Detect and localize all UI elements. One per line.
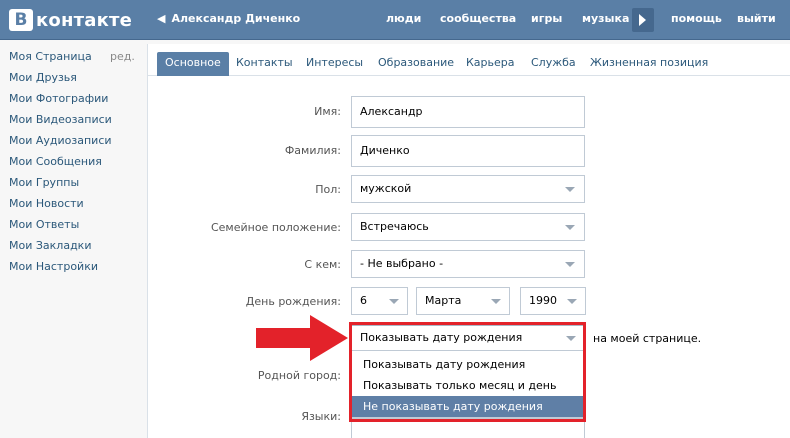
- nav-people[interactable]: люди: [386, 12, 421, 25]
- tab-interests[interactable]: Интересы: [298, 52, 371, 76]
- nav-music[interactable]: музыка: [582, 12, 629, 25]
- edit-profile-panel: Основное Контакты Интересы Образование К…: [147, 44, 790, 438]
- sidebar-item-my-page[interactable]: Моя Страница: [9, 50, 92, 63]
- sidebar-item-settings[interactable]: Мои Настройки: [9, 260, 98, 273]
- gender-value: мужской: [360, 182, 412, 195]
- partner-value: - Не выбрано -: [360, 257, 444, 270]
- option-show-month-day[interactable]: Показывать только месяц и день: [352, 375, 585, 396]
- family-status-label: Семейное положение:: [210, 221, 341, 234]
- chevron-down-icon: [565, 225, 575, 230]
- hometown-label: Родной город:: [257, 369, 341, 382]
- family-status-value: Встречаюсь: [360, 220, 429, 233]
- last-name-input[interactable]: Диченко: [351, 135, 585, 167]
- sidebar-item-videos[interactable]: Мои Видеозаписи: [9, 113, 112, 126]
- surname-label: Фамилия:: [284, 144, 341, 157]
- sidebar-item-news[interactable]: Мои Новости: [9, 197, 84, 210]
- birthday-visibility-note: на моей странице.: [593, 332, 702, 345]
- music-play-button[interactable]: [632, 8, 654, 32]
- option-show-birthday[interactable]: Показывать дату рождения: [352, 354, 585, 375]
- tab-contacts[interactable]: Контакты: [228, 52, 301, 76]
- sidebar-item-messages[interactable]: Мои Сообщения: [9, 155, 102, 168]
- option-hide-birthday[interactable]: Не показывать дату рождения: [352, 396, 585, 417]
- play-icon: [639, 14, 646, 26]
- gender-label: Пол:: [315, 183, 341, 196]
- chevron-down-icon: [565, 187, 575, 192]
- family-status-select[interactable]: Встречаюсь: [351, 213, 585, 241]
- name-label: Имя:: [314, 105, 341, 118]
- nav-communities[interactable]: сообщества: [440, 12, 516, 25]
- birthday-label: День рождения:: [245, 295, 341, 308]
- languages-label: Языки:: [301, 410, 341, 423]
- chevron-down-icon: [491, 299, 501, 304]
- tab-basic[interactable]: Основное: [157, 52, 229, 76]
- chevron-down-icon: [389, 299, 399, 304]
- birth-month-value: Марта: [425, 294, 462, 307]
- birth-month-select[interactable]: Марта: [416, 287, 510, 315]
- birth-year-value: 1990: [529, 294, 557, 307]
- sidebar-item-audio[interactable]: Мои Аудиозаписи: [9, 134, 112, 147]
- first-name-value: Александр: [360, 105, 423, 118]
- top-nav: люди сообщества игры музыка помощь выйти: [0, 12, 790, 28]
- top-header: В контакте ◀ Александр Диченко люди сооб…: [0, 0, 790, 40]
- birth-day-select[interactable]: 6: [351, 287, 408, 315]
- tab-education[interactable]: Образование: [370, 52, 462, 76]
- nav-logout[interactable]: выйти: [737, 12, 776, 25]
- chevron-down-icon: [566, 336, 576, 341]
- first-name-input[interactable]: Александр: [351, 96, 585, 128]
- tab-career[interactable]: Карьера: [458, 52, 523, 76]
- gender-select[interactable]: мужской: [351, 175, 585, 203]
- birthday-visibility-options: Показывать дату рождения Показывать толь…: [351, 350, 586, 418]
- sidebar-item-groups[interactable]: Мои Группы: [9, 176, 79, 189]
- red-arrow-icon: [256, 315, 348, 361]
- chevron-down-icon: [565, 262, 575, 267]
- nav-games[interactable]: игры: [531, 12, 562, 25]
- birth-year-select[interactable]: 1990: [520, 287, 586, 315]
- tab-service[interactable]: Служба: [523, 52, 584, 76]
- chevron-down-icon: [567, 299, 577, 304]
- birth-day-value: 6: [360, 294, 367, 307]
- tab-life-position[interactable]: Жизненная позиция: [582, 52, 716, 76]
- last-name-value: Диченко: [360, 144, 410, 157]
- sidebar-edit-link[interactable]: ред.: [110, 50, 135, 63]
- sidebar-item-friends[interactable]: Мои Друзья: [9, 71, 77, 84]
- partner-select[interactable]: - Не выбрано -: [351, 250, 585, 278]
- birthday-visibility-select[interactable]: Показывать дату рождения: [351, 325, 586, 351]
- hometown-input[interactable]: [351, 418, 585, 438]
- profile-tabs: Основное Контакты Интересы Образование К…: [148, 44, 790, 76]
- nav-help[interactable]: помощь: [671, 12, 722, 25]
- birthday-visibility-value: Показывать дату рождения: [360, 331, 523, 344]
- sidebar-item-answers[interactable]: Мои Ответы: [9, 218, 79, 231]
- sidebar-item-photos[interactable]: Мои Фотографии: [9, 92, 108, 105]
- sidebar-item-bookmarks[interactable]: Мои Закладки: [9, 239, 91, 252]
- partner-label: С кем:: [304, 258, 341, 271]
